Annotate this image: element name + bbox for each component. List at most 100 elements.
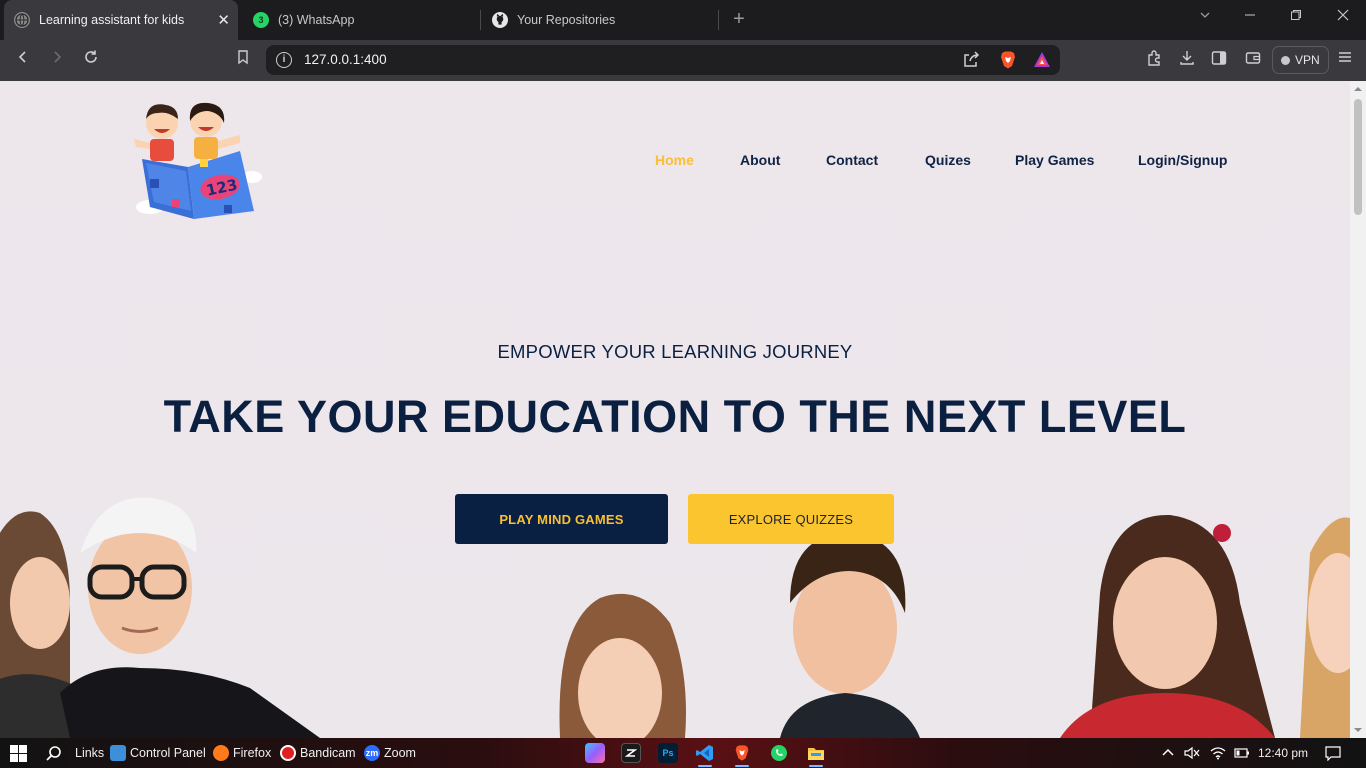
downloads-icon[interactable] xyxy=(1176,49,1198,71)
taskbar-zoom[interactable]: zm Zoom xyxy=(364,738,416,768)
brave-active-indicator xyxy=(735,765,749,767)
sidebar-icon[interactable] xyxy=(1208,49,1230,71)
back-icon[interactable] xyxy=(12,49,34,71)
vpn-label: VPN xyxy=(1295,53,1320,67)
tab-learning-assistant[interactable]: Learning assistant for kids ✕ xyxy=(4,0,238,40)
notifications-button[interactable] xyxy=(1325,738,1341,768)
brave-rewards-icon[interactable] xyxy=(1032,50,1052,70)
share-icon[interactable] xyxy=(961,50,981,70)
url-text[interactable]: 127.0.0.1:400 xyxy=(304,52,387,67)
taskbar-clock[interactable]: 12:40 pm xyxy=(1258,746,1308,760)
brave-icon[interactable] xyxy=(732,743,752,763)
nav-home[interactable]: Home xyxy=(655,152,694,168)
bandicam-icon xyxy=(280,745,296,761)
notification-icon xyxy=(1325,746,1341,761)
battery-icon xyxy=(1234,748,1249,758)
taskbar-firefox-label: Firefox xyxy=(233,746,272,760)
network-button[interactable] xyxy=(1210,738,1226,768)
scroll-down-icon[interactable] xyxy=(1354,726,1362,734)
student-girl-ponytail xyxy=(1060,514,1275,738)
hero-headline: TAKE YOUR EDUCATION TO THE NEXT LEVEL xyxy=(163,391,1187,442)
vpn-button[interactable]: VPN xyxy=(1272,46,1329,74)
taskbar-control-panel[interactable]: Control Panel xyxy=(110,738,206,768)
photoshop-icon[interactable]: Ps xyxy=(658,743,678,763)
wifi-icon xyxy=(1210,747,1226,760)
logo-kid-girl-arm xyxy=(218,135,240,149)
search-icon xyxy=(46,746,61,761)
hero-eyebrow: EMPOWER YOUR LEARNING JOURNEY xyxy=(497,341,853,362)
nav-contact[interactable]: Contact xyxy=(826,152,878,168)
student-girl-right xyxy=(1300,517,1350,738)
whatsapp-icon[interactable] xyxy=(769,743,789,763)
new-tab-button[interactable]: + xyxy=(728,8,750,30)
tab-title: Learning assistant for kids xyxy=(39,13,185,27)
logo-block xyxy=(150,179,159,188)
site-nav: Home About Contact Quizes Play Games Log… xyxy=(0,152,1350,172)
firefox-icon xyxy=(213,745,229,761)
bookmark-icon[interactable] xyxy=(232,49,254,71)
taskbar-links[interactable]: Links xyxy=(75,738,104,768)
tab-title: Your Repositories xyxy=(517,13,616,27)
hero-students-image xyxy=(0,497,1350,738)
tab-your-repositories[interactable]: Your Repositories xyxy=(482,4,718,36)
github-icon xyxy=(492,12,508,28)
forward-icon[interactable] xyxy=(46,49,68,71)
globe-icon xyxy=(14,12,30,28)
browser-tab-strip: Learning assistant for kids ✕ 3 (3) What… xyxy=(0,0,1366,40)
scroll-thumb[interactable] xyxy=(1354,99,1362,215)
close-tab-icon[interactable]: ✕ xyxy=(217,11,230,29)
logo-block xyxy=(172,199,180,207)
windows-taskbar: Links Control Panel Firefox Bandicam zm … xyxy=(0,738,1366,768)
nav-about[interactable]: About xyxy=(740,152,780,168)
start-button[interactable] xyxy=(10,738,27,768)
taskbar-firefox[interactable]: Firefox xyxy=(213,738,271,768)
nav-login-signup[interactable]: Login/Signup xyxy=(1138,152,1227,168)
minimize-icon[interactable] xyxy=(1240,8,1260,24)
wallet-icon[interactable] xyxy=(1242,49,1264,71)
vscode-icon[interactable] xyxy=(695,743,715,763)
vpn-status-icon xyxy=(1281,55,1290,65)
control-panel-icon xyxy=(110,745,126,761)
reload-icon[interactable] xyxy=(80,49,102,71)
browser-toolbar: i 127.0.0.1:400 VPN xyxy=(0,40,1366,81)
tab-separator xyxy=(480,10,481,30)
restore-icon[interactable] xyxy=(1286,8,1306,24)
student-boy-cap xyxy=(60,497,320,738)
show-hidden-icons-button[interactable] xyxy=(1162,738,1174,768)
site-info-icon[interactable]: i xyxy=(276,52,292,68)
file-explorer-active-indicator xyxy=(809,765,823,767)
zoom-icon: zm xyxy=(364,745,380,761)
scroll-up-icon[interactable] xyxy=(1354,85,1362,93)
nav-play-games[interactable]: Play Games xyxy=(1015,152,1094,168)
tab-whatsapp[interactable]: 3 (3) WhatsApp xyxy=(243,4,473,36)
whatsapp-icon: 3 xyxy=(253,12,269,28)
chevron-up-icon xyxy=(1162,748,1174,756)
address-bar[interactable]: i 127.0.0.1:400 xyxy=(266,45,1060,75)
tab-search-chevron-icon[interactable] xyxy=(1195,8,1215,24)
file-explorer-icon[interactable] xyxy=(806,743,826,763)
battery-button[interactable] xyxy=(1234,738,1250,768)
taskbar-zoom-label: Zoom xyxy=(384,746,416,760)
student-boy-center xyxy=(780,533,920,738)
close-window-icon[interactable] xyxy=(1333,8,1353,24)
speaker-muted-icon xyxy=(1184,746,1200,760)
capcut-icon[interactable] xyxy=(621,743,641,763)
logo-block xyxy=(224,205,232,213)
nav-quizes[interactable]: Quizes xyxy=(925,152,971,168)
brave-shields-icon[interactable] xyxy=(998,50,1018,70)
explore-quizzes-button[interactable]: EXPLORE QUIZZES xyxy=(688,494,894,544)
page-scrollbar[interactable] xyxy=(1350,81,1366,738)
vscode-active-indicator xyxy=(698,765,712,767)
extensions-icon[interactable] xyxy=(1144,49,1166,71)
search-button[interactable] xyxy=(46,738,62,768)
logo-kid-boy-arm xyxy=(134,139,150,149)
play-mind-games-button[interactable]: PLAY MIND GAMES xyxy=(455,494,668,544)
copilot-icon[interactable] xyxy=(585,743,605,763)
web-page: 123 Home About Contact Quizes Play Games… xyxy=(0,81,1350,738)
taskbar-bandicam[interactable]: Bandicam xyxy=(280,738,356,768)
tab-separator xyxy=(718,10,719,30)
volume-muted-button[interactable] xyxy=(1184,738,1200,768)
menu-icon[interactable] xyxy=(1334,49,1356,71)
tab-title: (3) WhatsApp xyxy=(278,13,355,27)
windows-icon xyxy=(10,744,27,762)
